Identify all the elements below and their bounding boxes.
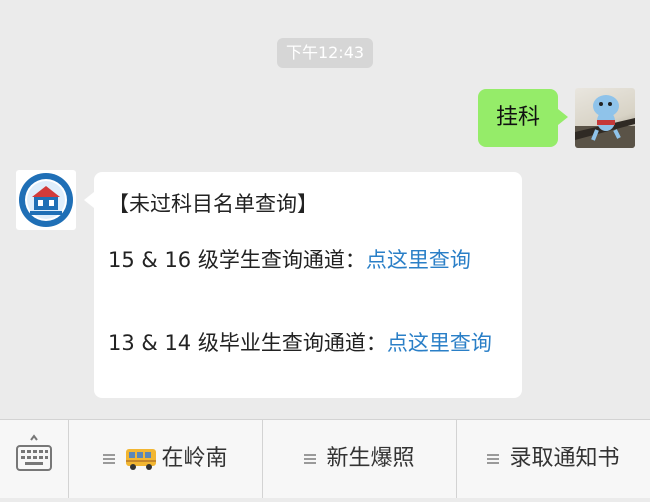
- menu-icon: [304, 454, 317, 464]
- query-line-13-14: 13 & 14 级毕业生查询通道：点这里查询: [108, 328, 508, 358]
- query-link-13-14[interactable]: 点这里查询: [387, 331, 492, 355]
- query-link-15-16[interactable]: 点这里查询: [366, 248, 471, 272]
- keyboard-icon: [16, 434, 52, 471]
- official-account-avatar[interactable]: [16, 170, 76, 230]
- menu-label-luqu-tongzhishu: 录取通知书: [509, 446, 620, 471]
- menu-icon: [103, 454, 116, 464]
- menu-label-xinsheng-baozhao: 新生爆照: [326, 446, 415, 471]
- menu-item-zai-lingnan[interactable]: 在岭南: [69, 420, 263, 498]
- user-avatar[interactable]: [575, 88, 635, 148]
- message-timestamp: 下午12:43: [277, 38, 373, 68]
- menu-label-zai-lingnan: 在岭南: [161, 446, 228, 471]
- cartoon-avatar-icon: [575, 95, 635, 148]
- message-title: 【未过科目名单查询】: [108, 192, 318, 216]
- keyboard-toggle-button[interactable]: [0, 420, 69, 498]
- menu-item-luqu-tongzhishu[interactable]: 录取通知书: [457, 420, 650, 498]
- query-label-13-14: 13 & 14 级毕业生查询通道：: [108, 331, 387, 355]
- menu-item-xinsheng-baozhao[interactable]: 新生爆照: [263, 420, 457, 498]
- menu-icon: [487, 454, 500, 464]
- bottom-menu-bar: 在岭南 新生爆照 录取通知书: [0, 419, 650, 498]
- query-line-15-16: 15 & 16 级学生查询通道：点这里查询: [108, 244, 471, 274]
- school-logo-icon: [19, 173, 73, 227]
- query-label-15-16: 15 & 16 级学生查询通道：: [108, 248, 366, 272]
- outgoing-message-bubble[interactable]: 挂科: [478, 89, 568, 147]
- incoming-message-bubble: 【未过科目名单查询】 15 & 16 级学生查询通道：点这里查询 13 & 14…: [84, 172, 522, 398]
- bus-icon: [126, 449, 157, 470]
